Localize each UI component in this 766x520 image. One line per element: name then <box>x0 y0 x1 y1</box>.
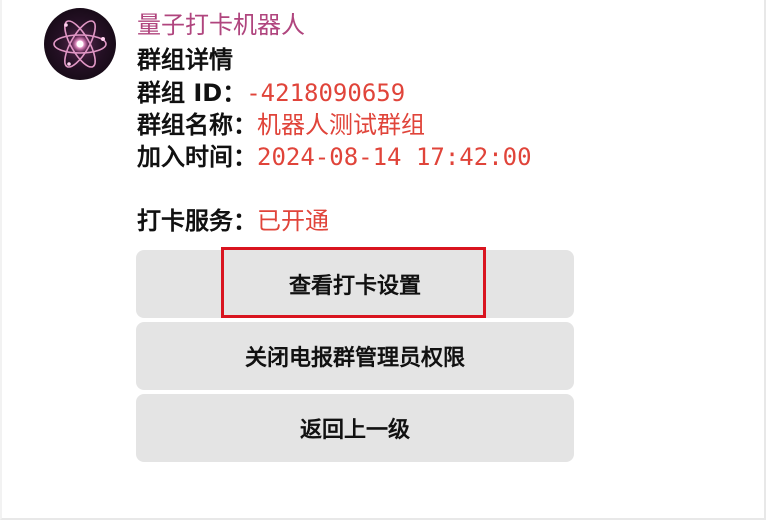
group-name-value: 机器人测试群组 <box>257 111 425 139</box>
atom-icon <box>53 20 107 68</box>
joined-time-label: 加入时间： <box>137 143 257 171</box>
group-id-value: -4218090659 <box>246 79 406 107</box>
checkin-service-status: 已开通 <box>257 207 329 235</box>
group-name-label: 群组名称： <box>137 111 257 139</box>
checkin-service-label: 打卡服务： <box>137 207 257 235</box>
revoke-admin-button[interactable]: 关闭电报群管理员权限 <box>136 322 574 390</box>
group-name-row: 群组名称：机器人测试群组 <box>137 109 425 141</box>
back-button[interactable]: 返回上一级 <box>136 394 574 462</box>
view-checkin-settings-button[interactable]: 查看打卡设置 <box>136 250 574 318</box>
group-id-row: 群组 ID：-4218090659 <box>137 77 405 109</box>
bot-avatar[interactable] <box>44 8 116 80</box>
message-card: 量子打卡机器人 群组详情 群组 ID：-4218090659 群组名称：机器人测… <box>0 0 766 520</box>
checkin-service-row: 打卡服务：已开通 <box>137 205 329 237</box>
joined-time-value: 2024-08-14 17:42:00 <box>257 143 532 171</box>
group-id-label: 群组 ID： <box>137 79 247 107</box>
group-details-header: 群组详情 <box>137 46 233 74</box>
joined-time-row: 加入时间：2024-08-14 17:42:00 <box>137 141 532 173</box>
bot-name[interactable]: 量子打卡机器人 <box>137 8 305 42</box>
